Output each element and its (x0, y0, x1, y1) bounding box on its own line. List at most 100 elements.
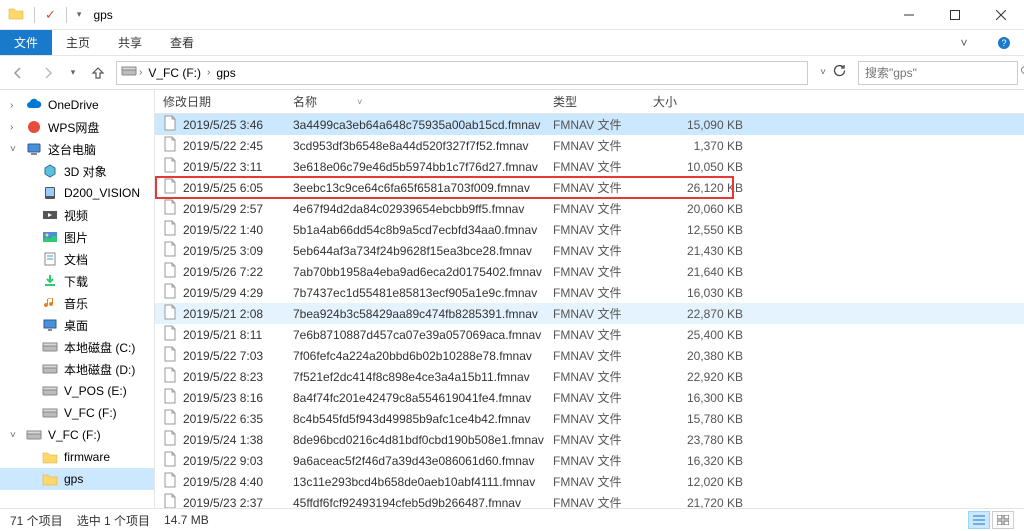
crumb-sep-icon[interactable]: › (207, 67, 210, 78)
cell-name: 9a6aceac5f2f46d7a39d43e086061d60.fmnav (293, 454, 553, 468)
recent-dropdown-icon[interactable]: ▾ (66, 61, 80, 85)
tab-home[interactable]: 主页 (52, 30, 104, 55)
nav-item[interactable]: 视频 (0, 204, 154, 226)
nav-item[interactable]: ›WPS网盘 (0, 116, 154, 138)
nav-item[interactable]: gps (0, 468, 154, 490)
cell-date: 2019/5/22 1:40 (163, 220, 293, 239)
crumb-sep-icon[interactable]: › (139, 67, 142, 78)
cell-date: 2019/5/25 6:05 (163, 178, 293, 197)
file-row[interactable]: 2019/5/29 2:574e67f94d2da84c02939654ebcb… (155, 198, 1024, 219)
nav-label: 下载 (64, 273, 88, 290)
file-tab[interactable]: 文件 (0, 30, 52, 55)
nav-label: 这台电脑 (48, 141, 96, 158)
nav-item[interactable]: 本地磁盘 (D:) (0, 358, 154, 380)
search-input[interactable] (858, 61, 1018, 85)
nav-item[interactable]: V_FC (F:) (0, 402, 154, 424)
refresh-icon[interactable] (832, 64, 846, 81)
search-icon[interactable] (1020, 65, 1024, 80)
file-row[interactable]: 2019/5/21 2:087bea924b3c58429aa89c474fb8… (155, 303, 1024, 324)
file-row[interactable]: 2019/5/22 7:037f06fefc4a224a20bbd6b02b10… (155, 345, 1024, 366)
crumb-gps[interactable]: gps (212, 66, 239, 80)
file-row[interactable]: 2019/5/22 3:113e618e06c79e46d5b5974bb1c7… (155, 156, 1024, 177)
nav-item[interactable]: 桌面 (0, 314, 154, 336)
navigation-pane[interactable]: ›OneDrive›WPS网盘 ˅ 这台电脑 3D 对象D200_VISION视频图片… (0, 90, 155, 508)
maximize-button[interactable] (932, 0, 978, 30)
cell-date: 2019/5/29 4:29 (163, 283, 293, 302)
forward-button[interactable] (36, 61, 60, 85)
file-row[interactable]: 2019/5/22 2:453cd953df3b6548e8a44d520f32… (155, 135, 1024, 156)
cell-type: FMNAV 文件 (553, 284, 653, 301)
crumb-drive[interactable]: V_FC (F:) (144, 66, 205, 80)
tab-share[interactable]: 共享 (104, 30, 156, 55)
pc-icon (26, 141, 42, 157)
file-icon (163, 451, 177, 470)
nav-item[interactable]: 下载 (0, 270, 154, 292)
nav-item[interactable]: V_POS (E:) (0, 380, 154, 402)
qat-divider (34, 7, 35, 23)
qat-dropdown-icon[interactable]: ▾ (77, 9, 82, 20)
minimize-button[interactable] (886, 0, 932, 30)
file-row[interactable]: 2019/5/23 8:168a4f74fc201e42479c8a554619… (155, 387, 1024, 408)
cell-date: 2019/5/25 3:09 (163, 241, 293, 260)
search-field[interactable] (865, 66, 1020, 80)
view-icons-button[interactable] (992, 511, 1014, 529)
cell-type: FMNAV 文件 (553, 179, 653, 196)
file-row[interactable]: 2019/5/21 8:117e6b8710887d457ca07e39a057… (155, 324, 1024, 345)
column-name[interactable]: 名称˅ (293, 93, 553, 110)
nav-item[interactable]: ˅ 这台电脑 (0, 138, 154, 160)
tab-view[interactable]: 查看 (156, 30, 208, 55)
address-bar[interactable]: › V_FC (F:) › gps (116, 61, 808, 85)
file-row[interactable]: 2019/5/29 4:297b7437ec1d55481e85813ecf90… (155, 282, 1024, 303)
file-icon (163, 157, 177, 176)
file-row[interactable]: 2019/5/22 1:405b1a4ab66dd54c8b9a5cd7ecbf… (155, 219, 1024, 240)
cell-size: 22,870 KB (653, 307, 743, 321)
nav-item[interactable]: ˅V_FC (F:) (0, 424, 154, 446)
cell-date: 2019/5/25 3:46 (163, 115, 293, 134)
file-row[interactable]: 2019/5/22 6:358c4b545fd5f943d49985b9afc1… (155, 408, 1024, 429)
file-row[interactable]: 2019/5/24 1:388de96bcd0216c4d81bdf0cbd19… (155, 429, 1024, 450)
cell-size: 16,030 KB (653, 286, 743, 300)
cell-size: 15,780 KB (653, 412, 743, 426)
column-type[interactable]: 类型 (553, 93, 653, 110)
cell-name: 7bea924b3c58429aa89c474fb8285391.fmnav (293, 307, 553, 321)
cell-size: 12,020 KB (653, 475, 743, 489)
file-row[interactable]: 2019/5/25 6:053eebc13c9ce64c6fa65f6581a7… (155, 177, 1024, 198)
dropdown-icon[interactable]: ˅ (820, 67, 826, 78)
column-size[interactable]: 大小 (653, 93, 743, 110)
expand-icon[interactable]: › (10, 100, 20, 111)
cell-date: 2019/5/22 8:23 (163, 367, 293, 386)
column-date[interactable]: 修改日期 (163, 93, 293, 110)
nav-item[interactable]: 图片 (0, 226, 154, 248)
ribbon-collapse-icon[interactable]: ˅ (944, 30, 984, 55)
file-rows[interactable]: 2019/5/25 3:463a4499ca3eb64a648c75935a00… (155, 114, 1024, 508)
cell-type: FMNAV 文件 (553, 242, 653, 259)
file-row[interactable]: 2019/5/25 3:463a4499ca3eb64a648c75935a00… (155, 114, 1024, 135)
nav-item[interactable]: firmware (0, 446, 154, 468)
file-row[interactable]: 2019/5/26 7:227ab70bb1958a4eba9ad6eca2d0… (155, 261, 1024, 282)
expand-icon[interactable]: ˅ (10, 144, 20, 155)
file-row[interactable]: 2019/5/25 3:095eb644af3a734f24b9628f15ea… (155, 240, 1024, 261)
qat-divider (66, 7, 67, 23)
nav-item[interactable]: 3D 对象 (0, 160, 154, 182)
view-details-button[interactable] (968, 511, 990, 529)
nav-item[interactable]: D200_VISION (0, 182, 154, 204)
file-icon (163, 136, 177, 155)
file-icon (163, 283, 177, 302)
cell-date: 2019/5/21 8:11 (163, 325, 293, 344)
file-row[interactable]: 2019/5/22 8:237f521ef2dc414f8c898e4ce3a4… (155, 366, 1024, 387)
cell-name: 3e618e06c79e46d5b5974bb1c7f76d27.fmnav (293, 160, 553, 174)
file-row[interactable]: 2019/5/22 9:039a6aceac5f2f46d7a39d43e086… (155, 450, 1024, 471)
file-row[interactable]: 2019/5/28 4:4013c11e293bcd4b658de0aeb10a… (155, 471, 1024, 492)
expand-icon[interactable]: › (10, 122, 20, 133)
nav-item[interactable]: 本地磁盘 (C:) (0, 336, 154, 358)
close-button[interactable] (978, 0, 1024, 30)
expand-icon[interactable]: ˅ (10, 430, 20, 441)
nav-item[interactable]: 文档 (0, 248, 154, 270)
back-button[interactable] (6, 61, 30, 85)
up-button[interactable] (86, 61, 110, 85)
nav-item[interactable]: ›OneDrive (0, 94, 154, 116)
qat-check-icon[interactable]: ✓ (45, 7, 56, 23)
nav-item[interactable]: 音乐 (0, 292, 154, 314)
help-button[interactable]: ? (984, 30, 1024, 55)
file-row[interactable]: 2019/5/23 2:3745ffdf6fcf92493194cfeb5d9b… (155, 492, 1024, 508)
